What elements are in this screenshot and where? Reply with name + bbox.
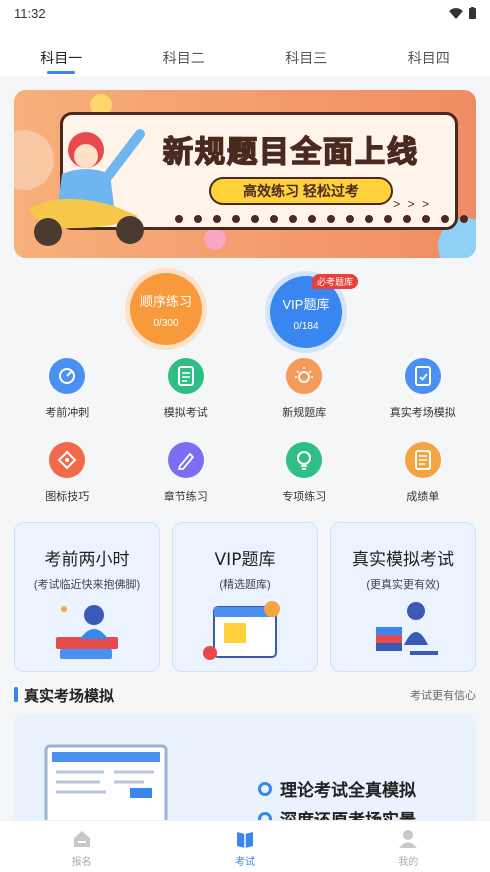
grid-item-label: 图标技巧: [45, 491, 90, 503]
vip-bank-count: 0/184: [293, 321, 319, 332]
cramming-illustration: [56, 605, 118, 659]
status-bar: 11:32: [0, 0, 490, 26]
simulation-line-1: 理论考试全真模拟: [258, 776, 416, 801]
card-subtitle: (精选题库): [219, 579, 271, 591]
grid-item-new-rules[interactable]: 新规题库: [245, 358, 364, 420]
status-icons: [449, 7, 476, 19]
promo-banner[interactable]: 新规题目全面上线 高效练习 轻松过考 > > >: [14, 90, 476, 258]
book-icon: [163, 829, 326, 849]
grid-item-label: 模拟考试: [163, 407, 208, 419]
feature-cards: 考前两小时 (考试临近快来抱佛脚) VIP题库 (精选题库) 真实模拟考试 (更…: [14, 522, 476, 672]
card-vip-bank[interactable]: VIP题库 (精选题库): [172, 522, 318, 672]
nav-item-exam[interactable]: 考试: [163, 821, 326, 872]
simulation-line-1-text: 理论考试全真模拟: [280, 781, 416, 801]
grid-item-real-exam[interactable]: 真实考场模拟: [364, 358, 483, 420]
nav-label: 报名: [71, 857, 92, 868]
report-icon: [404, 442, 441, 478]
scooter-rider-illustration: [28, 129, 145, 246]
feature-grid-row-2: 图标技巧 章节练习 专项练习 成绩单: [8, 442, 482, 504]
grid-item-special[interactable]: 专项练习: [245, 442, 364, 504]
tab-subject-4[interactable]: 科目四: [368, 44, 490, 76]
pencil-icon: [167, 442, 204, 478]
grid-item-label: 成绩单: [406, 491, 440, 503]
nav-item-signup[interactable]: 报名: [0, 821, 163, 872]
nav-label: 我的: [398, 857, 419, 868]
battery-icon: [469, 7, 476, 19]
card-real-mock[interactable]: 真实模拟考试 (更真实更有效): [330, 522, 476, 672]
document-icon: [167, 358, 204, 394]
exam-paper-icon: [404, 358, 441, 394]
tab-subject-2[interactable]: 科目二: [123, 44, 246, 76]
section-more-link[interactable]: 考试更有信心: [410, 687, 476, 703]
sign-icon: [49, 442, 86, 478]
subject-tabs: 科目一 科目二 科目三 科目四: [0, 44, 490, 76]
banner-arrows: > > >: [393, 197, 431, 211]
grid-item-label: 考前冲刺: [45, 407, 90, 419]
wifi-icon: [449, 7, 463, 19]
must-test-badge: 必考题库: [312, 274, 359, 289]
sequential-practice-button[interactable]: 顺序练习 0/300: [130, 273, 202, 345]
home-icon: [0, 829, 163, 849]
grid-item-sign-tips[interactable]: 图标技巧: [8, 442, 127, 504]
bullet-ring-icon: [258, 781, 272, 796]
grid-item-sprint[interactable]: 考前冲刺: [8, 358, 127, 420]
card-title: VIP题库: [214, 550, 276, 570]
sequential-practice-count: 0/300: [153, 318, 179, 329]
banner-dots: [175, 215, 476, 223]
section-header: 真实考场模拟 考试更有信心: [14, 684, 476, 706]
card-subtitle: (考试临近快来抱佛脚): [33, 579, 141, 591]
simulation-panel[interactable]: 理论考试全真模拟 深度还原考场实景: [14, 714, 476, 824]
vip-bank-label: VIP题库: [282, 297, 330, 312]
section-title: 真实考场模拟: [14, 685, 114, 706]
status-time: 11:32: [14, 5, 46, 21]
card-title: 考前两小时: [44, 550, 130, 570]
lightbulb-icon: [286, 442, 323, 478]
nav-item-mine[interactable]: 我的: [327, 821, 490, 872]
exam-screen-illustration: [44, 744, 168, 824]
calendar-illustration: [203, 601, 280, 660]
bulb-sun-icon: [286, 358, 323, 394]
bubble-decoration: [204, 228, 226, 250]
feature-grid-row-1: 考前冲刺 模拟考试 新规题库 真实考场模拟: [8, 358, 482, 420]
profile-icon: [327, 829, 490, 849]
grid-item-report[interactable]: 成绩单: [364, 442, 483, 504]
sequential-practice-label: 顺序练习: [139, 294, 192, 309]
grid-item-chapter[interactable]: 章节练习: [127, 442, 246, 504]
banner-title: 新规题目全面上线: [162, 134, 419, 171]
grid-item-label: 专项练习: [282, 491, 327, 503]
banner-subtitle: 高效练习 轻松过考: [209, 177, 393, 205]
card-two-hours[interactable]: 考前两小时 (考试临近快来抱佛脚): [14, 522, 160, 672]
grid-item-mock-exam[interactable]: 模拟考试: [127, 358, 246, 420]
target-icon: [49, 358, 86, 394]
bottom-nav: 报名 考试 我的: [0, 820, 490, 872]
tab-subject-1[interactable]: 科目一: [0, 44, 123, 76]
reading-illustration: [376, 602, 438, 655]
card-title: 真实模拟考试: [352, 550, 454, 570]
grid-item-label: 章节练习: [163, 491, 208, 503]
grid-item-label: 新规题库: [282, 407, 327, 419]
card-subtitle: (更真实更有效): [366, 579, 440, 591]
grid-item-label: 真实考场模拟: [389, 407, 456, 419]
tab-subject-3[interactable]: 科目三: [245, 44, 368, 76]
nav-label: 考试: [234, 857, 255, 868]
